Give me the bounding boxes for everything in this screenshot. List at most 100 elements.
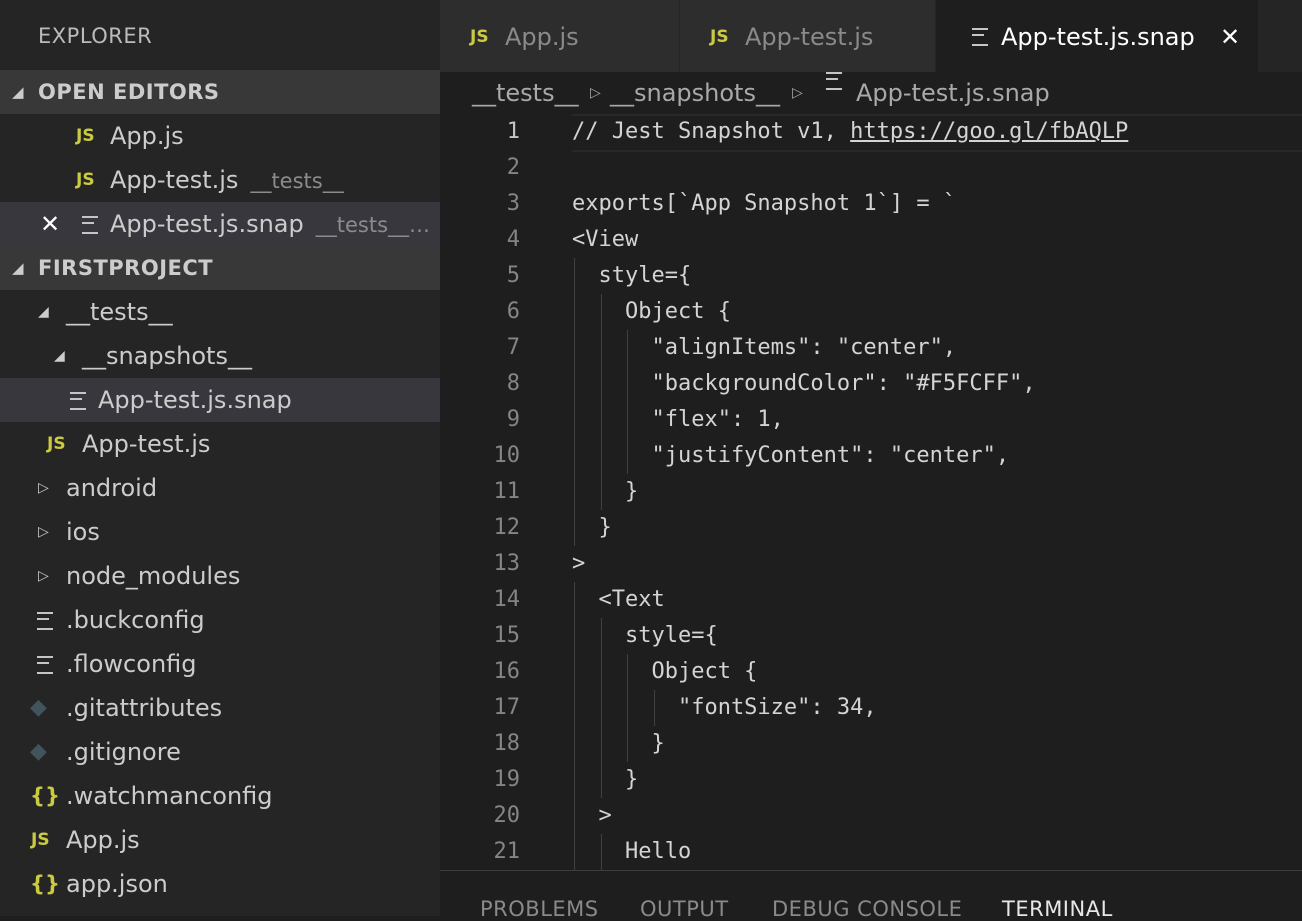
tree-folder-node-modules[interactable]: ▷ node_modules [0, 554, 440, 598]
chevron-right-icon: ▷ [792, 85, 803, 101]
tree-item-label: __snapshots__ [82, 342, 252, 370]
open-editor-item-app-test-js[interactable]: JS App-test.js __tests__ [0, 158, 440, 202]
tab-app-test-snap[interactable]: App-test.js.snap ✕ [936, 0, 1259, 72]
code-text: "backgroundColor": "#F5FCFF", [572, 366, 1035, 402]
code-text: style={ [572, 618, 718, 654]
line-number: 7 [506, 335, 520, 360]
js-file-icon: JS [76, 126, 95, 146]
tab-debug-console[interactable]: DEBUG CONSOLE [772, 897, 962, 921]
tree-folder-tests[interactable]: ◢ __tests__ [0, 290, 440, 334]
code-text-segment: } [572, 767, 639, 792]
code-text-segment: } [572, 479, 639, 504]
code-text: "alignItems": "center", [572, 330, 956, 366]
tab-app-js[interactable]: JS App.js [440, 0, 680, 72]
code-text-segment: > [572, 551, 586, 576]
chevron-right-icon: ▷ [590, 85, 601, 101]
code-text: style={ [572, 258, 691, 294]
tree-file-buckconfig[interactable]: .buckconfig [0, 598, 440, 642]
close-tab-icon[interactable]: ✕ [1220, 0, 1240, 74]
line-number: 20 [493, 803, 521, 828]
line-number: 10 [493, 443, 521, 468]
text-file-icon [826, 72, 842, 90]
line-number: 14 [493, 587, 521, 612]
code-text-segment: } [572, 731, 665, 756]
project-header[interactable]: ◢ FIRSTPROJECT [0, 246, 440, 290]
breadcrumb-item[interactable]: App-test.js.snap [856, 72, 1050, 114]
collapse-triangle-icon: ◢ [12, 83, 25, 101]
line-number: 11 [493, 479, 521, 504]
tab-terminal[interactable]: TERMINAL [1002, 897, 1113, 921]
text-file-icon [70, 392, 86, 410]
tree-item-label: app.json [66, 870, 168, 898]
tab-label: App.js [505, 23, 579, 51]
code-text: "flex": 1, [572, 402, 783, 438]
tab-output[interactable]: OUTPUT [640, 897, 729, 921]
tree-item-label: node_modules [66, 562, 241, 590]
line-number: 4 [506, 227, 520, 252]
code-text: "justifyContent": "center", [572, 438, 1009, 474]
explorer-title: EXPLORER [38, 24, 153, 48]
code-text-segment: > [572, 803, 612, 828]
code-line: 19 } [440, 762, 1302, 798]
tree-file-app-test-js[interactable]: JS App-test.js [0, 422, 440, 466]
breadcrumb-item[interactable]: __tests__ [472, 72, 579, 114]
code-text-segment: "justifyContent": "center", [572, 443, 1010, 468]
code-text: <Text [572, 582, 664, 618]
open-editor-path: __tests__ [250, 169, 344, 193]
json-braces-icon: {} [30, 872, 60, 896]
code-text: <View [572, 222, 638, 258]
text-file-icon [972, 28, 988, 46]
tree-file-app-test-snap[interactable]: App-test.js.snap [0, 378, 440, 422]
code-line: 14 <Text [440, 582, 1302, 618]
tree-item-label: __tests__ [66, 298, 173, 326]
line-number: 5 [506, 263, 520, 288]
line-number: 6 [506, 299, 520, 324]
line-number: 15 [493, 623, 521, 648]
line-number: 8 [506, 371, 520, 396]
code-text: "fontSize": 34, [572, 690, 877, 726]
open-editor-label: App-test.js [110, 166, 239, 194]
code-text-segment: // Jest Snapshot v1, [572, 119, 851, 144]
code-line: 15 style={ [440, 618, 1302, 654]
tree-item-label: App-test.js [82, 430, 211, 458]
code-link[interactable]: https://goo.gl/fbAQLP [850, 119, 1128, 144]
code-text: // Jest Snapshot v1, https://goo.gl/fbAQ… [572, 114, 1128, 150]
open-editor-item-app-test-snap[interactable]: ✕ App-test.js.snap __tests__… [0, 202, 440, 246]
line-number: 17 [493, 695, 521, 720]
tree-file-flowconfig[interactable]: .flowconfig [0, 642, 440, 686]
tree-item-label: .buckconfig [66, 606, 205, 634]
tree-file-app-js[interactable]: JS App.js [0, 818, 440, 862]
tree-file-gitignore[interactable]: ◆ .gitignore [0, 730, 440, 774]
tree-folder-ios[interactable]: ▷ ios [0, 510, 440, 554]
tree-file-app-json[interactable]: {} app.json [0, 862, 440, 906]
close-icon[interactable]: ✕ [40, 202, 60, 246]
tree-file-gitattributes[interactable]: ◆ .gitattributes [0, 686, 440, 730]
code-text-segment: <View [572, 227, 639, 252]
collapse-triangle-icon: ◢ [12, 259, 25, 277]
tree-item-label: .gitignore [66, 738, 181, 766]
open-editor-path: __tests__… [315, 213, 431, 237]
breadcrumb-item[interactable]: __snapshots__ [610, 72, 780, 114]
code-text-segment: "fontSize": 34, [572, 695, 877, 720]
tree-folder-android[interactable]: ▷ android [0, 466, 440, 510]
tab-app-test-js[interactable]: JS App-test.js [680, 0, 936, 72]
explorer-sidebar: EXPLORER ◢ OPEN EDITORS JS App.js JS App… [0, 0, 440, 916]
open-editors-header[interactable]: ◢ OPEN EDITORS [0, 70, 440, 114]
tab-problems[interactable]: PROBLEMS [480, 897, 599, 921]
code-editor[interactable]: 1 // Jest Snapshot v1, https://goo.gl/fbA… [440, 114, 1302, 870]
line-number: 19 [493, 767, 521, 792]
text-file-icon [37, 612, 53, 630]
tree-folder-snapshots[interactable]: ◢ __snapshots__ [0, 334, 440, 378]
code-text: } [572, 762, 638, 798]
code-text-segment: style={ [572, 263, 692, 288]
tree-item-label: .gitattributes [66, 694, 223, 722]
js-file-icon: JS [470, 27, 489, 47]
tree-item-label: App-test.js.snap [98, 386, 292, 414]
open-editor-item-app-js[interactable]: JS App.js [0, 114, 440, 158]
code-text-segment: } [572, 515, 612, 540]
tree-file-watchmanconfig[interactable]: {} .watchmanconfig [0, 774, 440, 818]
tree-item-label: .watchmanconfig [66, 782, 273, 810]
line-number: 18 [493, 731, 521, 756]
code-text-segment: "alignItems": "center", [572, 335, 957, 360]
js-file-icon: JS [76, 170, 95, 190]
